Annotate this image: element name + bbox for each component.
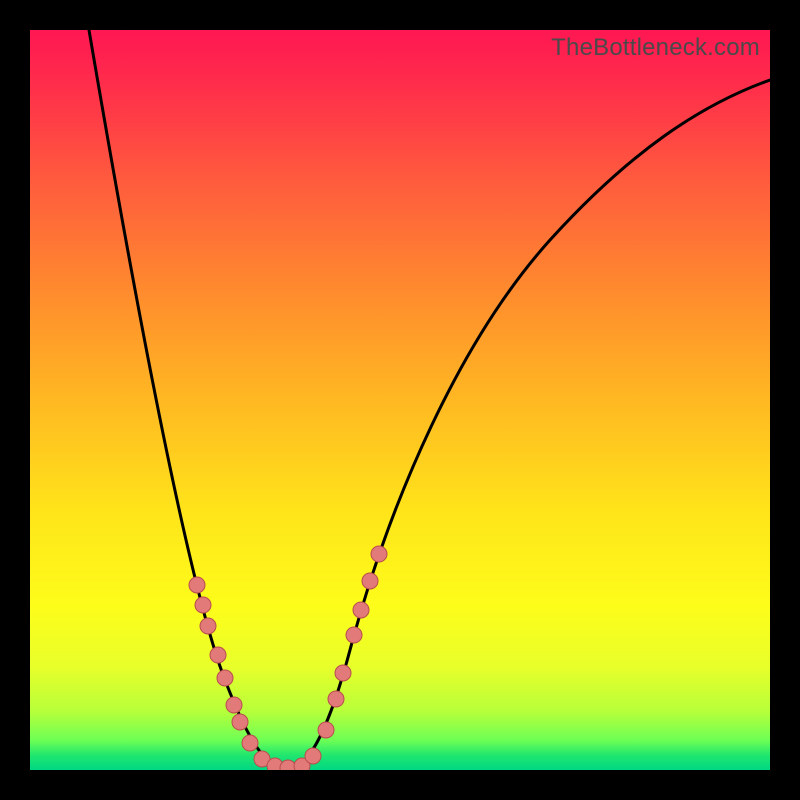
chart-frame: TheBottleneck.com xyxy=(0,0,800,800)
data-dot xyxy=(305,748,321,764)
data-dot xyxy=(189,577,205,593)
data-dot xyxy=(318,722,334,738)
data-dot xyxy=(242,735,258,751)
data-dot xyxy=(328,691,344,707)
data-dot xyxy=(217,670,233,686)
data-dot xyxy=(200,618,216,634)
data-dot xyxy=(371,546,387,562)
data-dot xyxy=(210,647,226,663)
data-dot xyxy=(362,573,378,589)
curve-layer xyxy=(89,30,770,768)
data-dot xyxy=(353,602,369,618)
data-dot xyxy=(226,697,242,713)
left-curve xyxy=(89,30,290,768)
chart-svg xyxy=(30,30,770,770)
data-dot xyxy=(195,597,211,613)
right-curve xyxy=(292,80,770,768)
chart-plot-area: TheBottleneck.com xyxy=(30,30,770,770)
dots-layer xyxy=(189,546,387,770)
data-dot xyxy=(346,627,362,643)
data-dot xyxy=(335,665,351,681)
data-dot xyxy=(232,714,248,730)
